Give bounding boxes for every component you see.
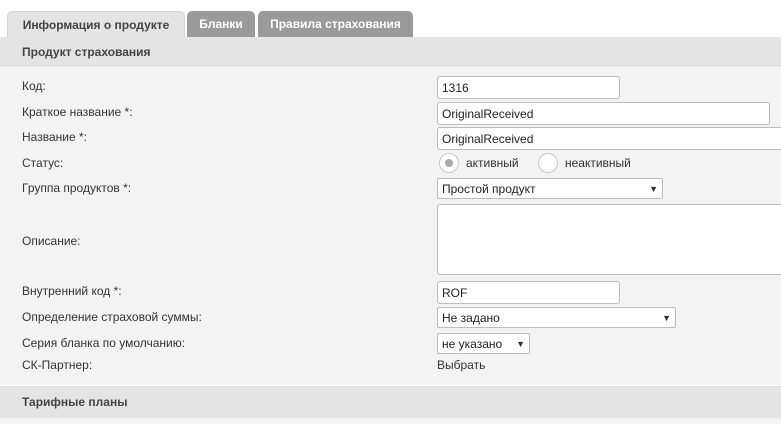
section-header-tariff: Тарифные планы bbox=[0, 386, 781, 418]
chevron-down-icon: ▼ bbox=[516, 338, 525, 349]
tab-bar: Информация о продукте Бланки Правила стр… bbox=[0, 0, 781, 37]
tab-product-info[interactable]: Информация о продукте bbox=[7, 11, 185, 37]
default-series-value: не указано bbox=[442, 336, 503, 351]
chevron-down-icon: ▼ bbox=[649, 183, 658, 194]
sum-definition-select[interactable]: Не задано ▼ bbox=[437, 307, 676, 328]
internal-code-value: ROF bbox=[442, 285, 468, 300]
status-inactive-radio[interactable] bbox=[538, 153, 558, 173]
name-label: Название *: bbox=[22, 130, 87, 144]
short-name-value: OriginalReceived bbox=[442, 106, 534, 121]
product-group-label: Группа продуктов *: bbox=[22, 181, 132, 195]
sk-partner-label: СК-Партнер: bbox=[22, 358, 93, 372]
sum-definition-label: Определение страховой суммы: bbox=[22, 310, 202, 324]
product-group-value: Простой продукт bbox=[442, 181, 536, 196]
name-value: OriginalReceived bbox=[442, 131, 534, 146]
code-label: Код: bbox=[22, 79, 46, 93]
product-group-select[interactable]: Простой продукт ▼ bbox=[437, 178, 663, 199]
status-active-radio[interactable] bbox=[439, 153, 459, 173]
section-header-product: Продукт страхования bbox=[0, 37, 781, 67]
default-series-select[interactable]: не указано ▼ bbox=[437, 333, 530, 354]
status-inactive-label: неактивный bbox=[565, 156, 631, 170]
description-label: Описание: bbox=[22, 234, 81, 248]
sum-definition-value: Не задано bbox=[442, 310, 500, 325]
section-title-tariff: Тарифные планы bbox=[22, 395, 128, 409]
code-input[interactable]: 1316 bbox=[437, 76, 620, 99]
short-name-input[interactable]: OriginalReceived bbox=[437, 102, 770, 125]
short-name-label: Краткое название *: bbox=[22, 105, 133, 119]
section-title-product: Продукт страхования bbox=[22, 45, 151, 59]
tariff-content-area bbox=[0, 418, 781, 424]
sk-partner-select-link[interactable]: Выбрать bbox=[437, 358, 485, 372]
description-textarea[interactable] bbox=[437, 204, 781, 275]
chevron-down-icon: ▼ bbox=[662, 312, 671, 323]
tab-blanks[interactable]: Бланки bbox=[187, 11, 255, 37]
default-series-label: Серия бланка по умолчанию: bbox=[22, 336, 186, 350]
code-value: 1316 bbox=[442, 80, 469, 95]
internal-code-input[interactable]: ROF bbox=[437, 281, 620, 304]
internal-code-label: Внутренний код *: bbox=[22, 284, 122, 298]
product-form: Код: 1316 Краткое название *: OriginalRe… bbox=[0, 67, 781, 385]
name-input[interactable]: OriginalReceived bbox=[437, 127, 781, 150]
tab-insurance-rules[interactable]: Правила страхования bbox=[258, 11, 413, 37]
status-active-label: активный bbox=[466, 156, 519, 170]
status-label: Статус: bbox=[22, 156, 64, 170]
